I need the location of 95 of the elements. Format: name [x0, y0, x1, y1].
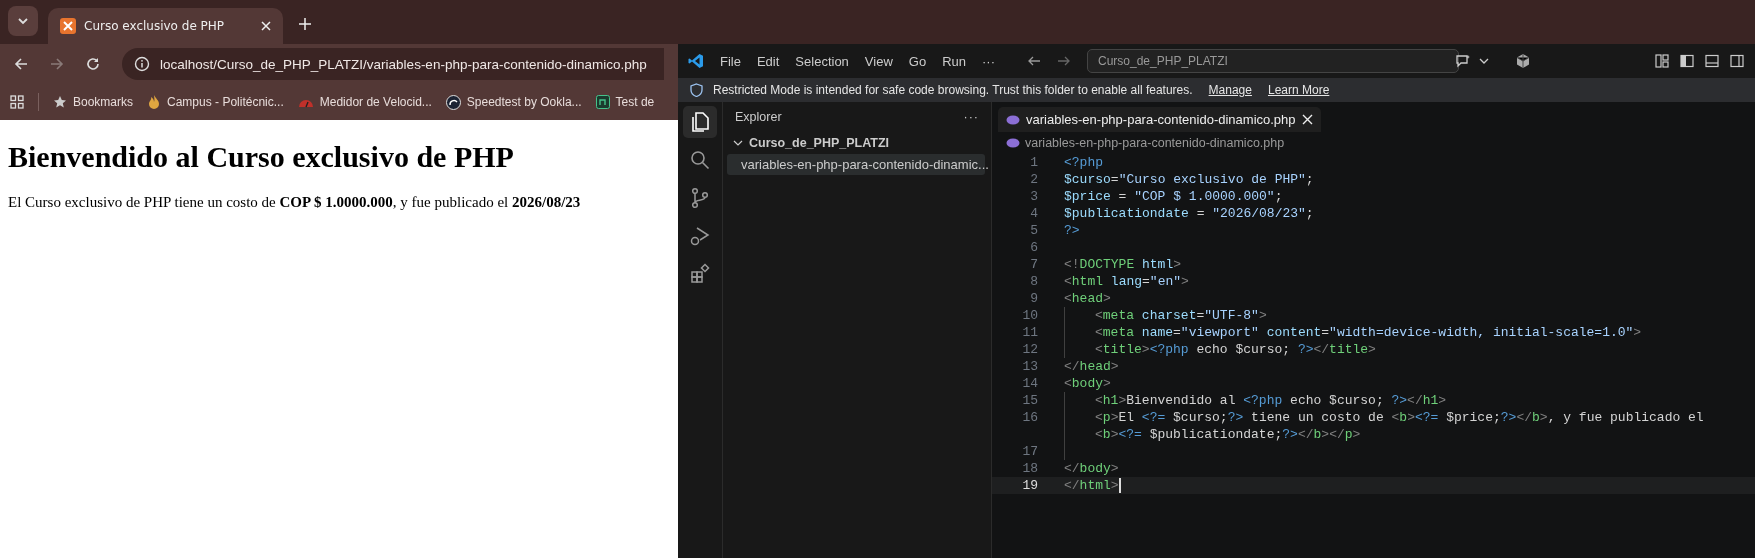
address-bar[interactable]: localhost/Curso_de_PHP_PLATZI/variables-en-php-para-contenido-dinamico.php [122, 48, 664, 80]
app-logo-icon [688, 53, 704, 69]
search-icon [688, 148, 712, 172]
code-line: <meta charset="UTF-8"> [1095, 308, 1267, 323]
line-number: 11 [1021, 325, 1039, 340]
bookmark[interactable]: Speedtest by Ookla... [445, 94, 582, 110]
code-line: <?php [1064, 155, 1103, 170]
line-number: 13 [1021, 359, 1039, 374]
site-icon [595, 95, 610, 109]
menu-item[interactable]: Edit [756, 53, 780, 69]
code-line: <head> [1064, 291, 1111, 306]
line-number: 9 [1029, 291, 1039, 306]
line-number: 7 [1029, 257, 1039, 272]
browser-tab[interactable]: Curso exclusivo de PHP [48, 8, 283, 44]
code-line: <b><?= $publicationdate;?></b></p> [1095, 427, 1361, 442]
code-line: $price = "COP $ 1.0000.000"; [1064, 189, 1283, 204]
line-number: 15 [1021, 393, 1039, 408]
line-number: 12 [1021, 342, 1039, 357]
banner-message: Restricted Mode is intended for safe code browsing. Trust this folder to enable all features. [713, 83, 1193, 97]
menu-item[interactable]: Selection [795, 53, 849, 69]
code-line: $curso="Curso exclusivo de PHP"; [1064, 172, 1314, 187]
tab-title: Curso exclusivo de PHP [84, 19, 226, 33]
code-line: $publicationdate = "2026/08/23"; [1064, 206, 1314, 221]
bookmark[interactable]: Bookmarks [53, 95, 134, 109]
line-number: 19 [1021, 478, 1039, 493]
chat-icon [1455, 54, 1471, 68]
bookmark[interactable]: Medidor de Velocid... [297, 95, 432, 109]
panel-toggle-icon[interactable] [1704, 53, 1720, 69]
line-number: 6 [1029, 240, 1039, 255]
code-line: <!DOCTYPE html> [1064, 257, 1182, 272]
line-number: 14 [1021, 376, 1039, 391]
command-center[interactable]: Curso_de_PHP_PLATZI [1087, 49, 1459, 73]
bookmark[interactable]: Test de [595, 95, 655, 109]
tab-search-button[interactable] [8, 6, 38, 36]
menu-item[interactable]: Go [908, 53, 927, 69]
code-line: <p>El <?= $curso;?> tiene un costo de <b><?= $price;?></b>, y fue publicado el [1095, 410, 1704, 425]
chevron-icon [733, 138, 743, 148]
flame-icon [147, 94, 162, 110]
folder-item[interactable]: Curso_de_PHP_PLATZI [723, 132, 991, 154]
account-icon[interactable] [1515, 53, 1531, 69]
code-line: </html> [1064, 478, 1119, 493]
explorer-button[interactable] [683, 106, 717, 138]
star-icon [53, 95, 67, 109]
close-icon[interactable] [1301, 114, 1313, 125]
shield-icon [690, 83, 703, 97]
panel-title: Explorer [735, 110, 782, 124]
reload-icon[interactable] [86, 57, 100, 71]
speedometer-icon [445, 94, 461, 110]
code-line: <h1>Bienvendido al <?php echo $curso; ?></h1> [1095, 393, 1447, 408]
banner-link[interactable]: Learn More [1267, 83, 1330, 97]
banner-link[interactable]: Manage [1208, 83, 1252, 97]
line-number: 8 [1029, 274, 1039, 289]
line-number: 5 [1029, 223, 1039, 238]
apps-icon[interactable] [10, 95, 24, 109]
back-icon[interactable] [1027, 55, 1041, 67]
code-line: </head> [1064, 359, 1119, 374]
line-number: 1 [1029, 155, 1039, 170]
chat-button[interactable] [1455, 54, 1489, 68]
info-icon[interactable] [134, 56, 150, 72]
menu-item[interactable]: File [720, 53, 741, 69]
app-icon [60, 18, 76, 34]
more-button[interactable]: ··· [963, 110, 979, 124]
menu-item[interactable]: View [864, 53, 893, 69]
layout-icon[interactable] [1654, 53, 1670, 69]
menu-item[interactable]: ··· [982, 53, 995, 69]
extensions-icon [688, 262, 712, 286]
code-line: <title><?php echo $curso; ?></title> [1095, 342, 1376, 357]
breadcrumb[interactable]: variables-en-php-para-contenido-dinamico.php [992, 132, 1755, 154]
new-tab-icon[interactable] [299, 18, 311, 30]
line-number: 16 [1021, 410, 1039, 425]
line-number: 2 [1029, 172, 1039, 187]
line-number: 3 [1029, 189, 1039, 204]
close-icon[interactable] [261, 21, 271, 31]
bookmark[interactable]: Campus - Politécnic... [147, 94, 284, 110]
caret-icon [1479, 57, 1489, 65]
line-number: 10 [1021, 308, 1039, 323]
page-heading: Bienvendido al Curso exclusivo de PHP [8, 140, 514, 174]
code-line: <meta name="viewport" content="width=device-width, initial-scale=1.0"> [1095, 325, 1642, 340]
play-bug-icon [688, 224, 712, 248]
line-number: 18 [1021, 461, 1039, 476]
code-line: ?> [1064, 223, 1080, 238]
editor-tab[interactable]: variables-en-php-para-contenido-dinamico.php [998, 107, 1321, 132]
sidebar-toggle-icon[interactable] [1679, 53, 1695, 69]
page-paragraph: El Curso exclusivo de PHP tiene un costo de COP $ 1.0000.000, y fue publicado el 2026/08/23 [8, 194, 581, 211]
code-line: <body> [1064, 376, 1111, 391]
forward-icon[interactable] [50, 57, 64, 71]
line-number: 17 [1021, 444, 1039, 459]
caret-icon [17, 15, 29, 27]
code-line: </body> [1064, 461, 1119, 476]
secondary-sidebar-icon[interactable] [1729, 53, 1745, 69]
forward-icon[interactable] [1057, 55, 1071, 67]
text-cursor [1118, 478, 1121, 493]
menu-item[interactable]: Run [942, 53, 966, 69]
code-line: <html lang="en"> [1064, 274, 1189, 289]
line-number: 4 [1029, 206, 1039, 221]
